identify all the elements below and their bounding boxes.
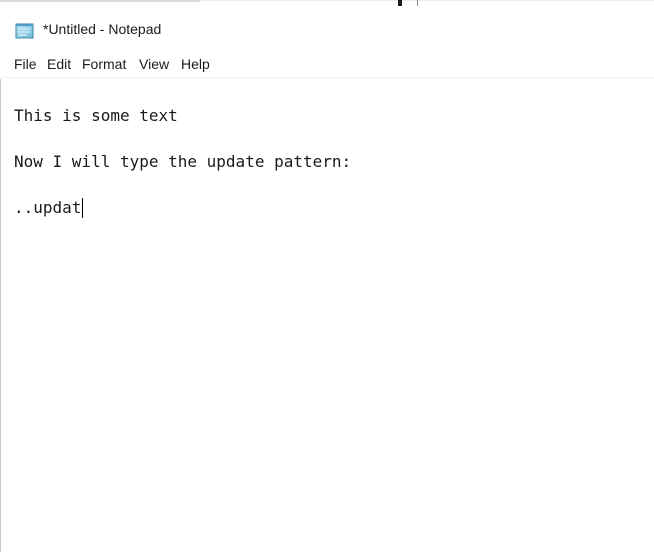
taskbar-edge-left (0, 0, 200, 2)
text-caret (82, 198, 84, 218)
title-bar[interactable]: *Untitled - Notepad (0, 6, 654, 52)
menu-bar: File Edit Format View Help (0, 53, 654, 78)
menu-help[interactable]: Help (178, 55, 213, 73)
notepad-window: *Untitled - Notepad File Edit Format Vie… (0, 6, 654, 552)
editor-line-1: This is some text (14, 106, 178, 125)
editor-line-5-text: ..updat (14, 198, 82, 217)
menu-edit[interactable]: Edit (44, 55, 74, 73)
notepad-icon[interactable] (15, 23, 35, 39)
editor-line-5: ..updat (14, 198, 84, 218)
text-editor-area[interactable]: This is some text Now I will type the up… (0, 79, 654, 552)
menu-format[interactable]: Format (79, 55, 129, 73)
menu-file[interactable]: File (11, 55, 40, 73)
taskbar-edge-right (200, 0, 654, 1)
menu-view[interactable]: View (136, 55, 172, 73)
window-title: *Untitled - Notepad (43, 21, 162, 37)
editor-line-3: Now I will type the update pattern: (14, 152, 352, 171)
